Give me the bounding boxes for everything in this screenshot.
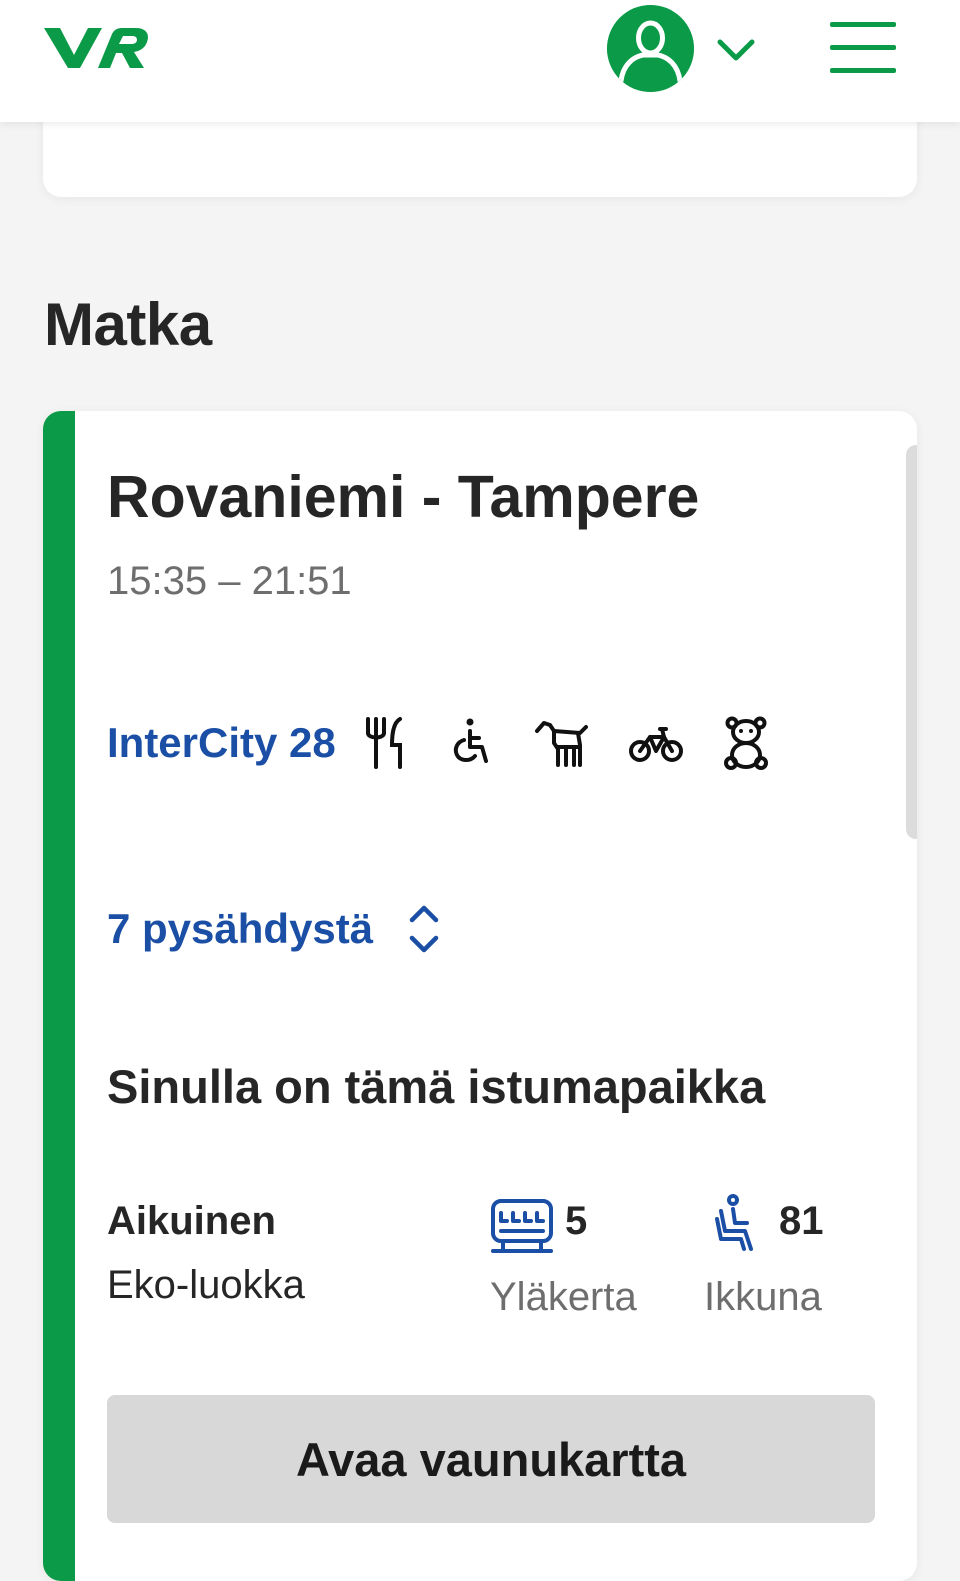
menu-bar	[830, 22, 896, 27]
wagon-number: 5	[565, 1199, 588, 1243]
wagon-deck-label: Yläkerta	[490, 1275, 637, 1319]
chevron-down-icon[interactable]	[716, 36, 756, 64]
hamburger-menu-icon[interactable]	[830, 22, 898, 74]
pet-icon	[534, 721, 588, 767]
stops-label[interactable]: 7 pysähdystä	[107, 905, 373, 953]
route-title: Rovaniemi - Tampere	[107, 464, 700, 530]
open-wagon-map-button[interactable]: Avaa vaunukartta	[107, 1395, 875, 1523]
upper-deck-wagon-icon	[491, 1199, 553, 1253]
train-name[interactable]: InterCity 28	[107, 719, 336, 767]
train-info-row: InterCity 28	[107, 711, 808, 775]
wheelchair-icon	[453, 718, 488, 763]
scrollbar[interactable]	[906, 445, 917, 839]
family-teddy-icon	[723, 716, 768, 770]
restaurant-icon	[365, 717, 402, 769]
seat-heading: Sinulla on tämä istumapaikka	[107, 1060, 766, 1113]
seat-icon	[715, 1194, 753, 1251]
passenger-type: Aikuinen	[107, 1199, 276, 1243]
user-avatar-icon[interactable]	[607, 5, 694, 92]
menu-bar	[830, 45, 896, 50]
expand-collapse-icon[interactable]	[407, 903, 441, 955]
ticket-class: Eko-luokka	[107, 1263, 305, 1307]
section-title: Matka	[44, 291, 212, 358]
seat-position-label: Ikkuna	[704, 1275, 822, 1319]
trip-card: Rovaniemi - Tampere 15:35 – 21:51 InterC…	[43, 411, 917, 1581]
menu-bar	[830, 68, 896, 73]
trip-times: 15:35 – 21:51	[107, 559, 352, 603]
vr-logo[interactable]	[40, 24, 152, 74]
seat-number: 81	[779, 1199, 824, 1243]
app-header	[0, 0, 960, 122]
bicycle-icon	[628, 727, 683, 762]
stops-toggle[interactable]: 7 pysähdystä	[107, 901, 441, 957]
card-accent-bar	[43, 411, 75, 1581]
